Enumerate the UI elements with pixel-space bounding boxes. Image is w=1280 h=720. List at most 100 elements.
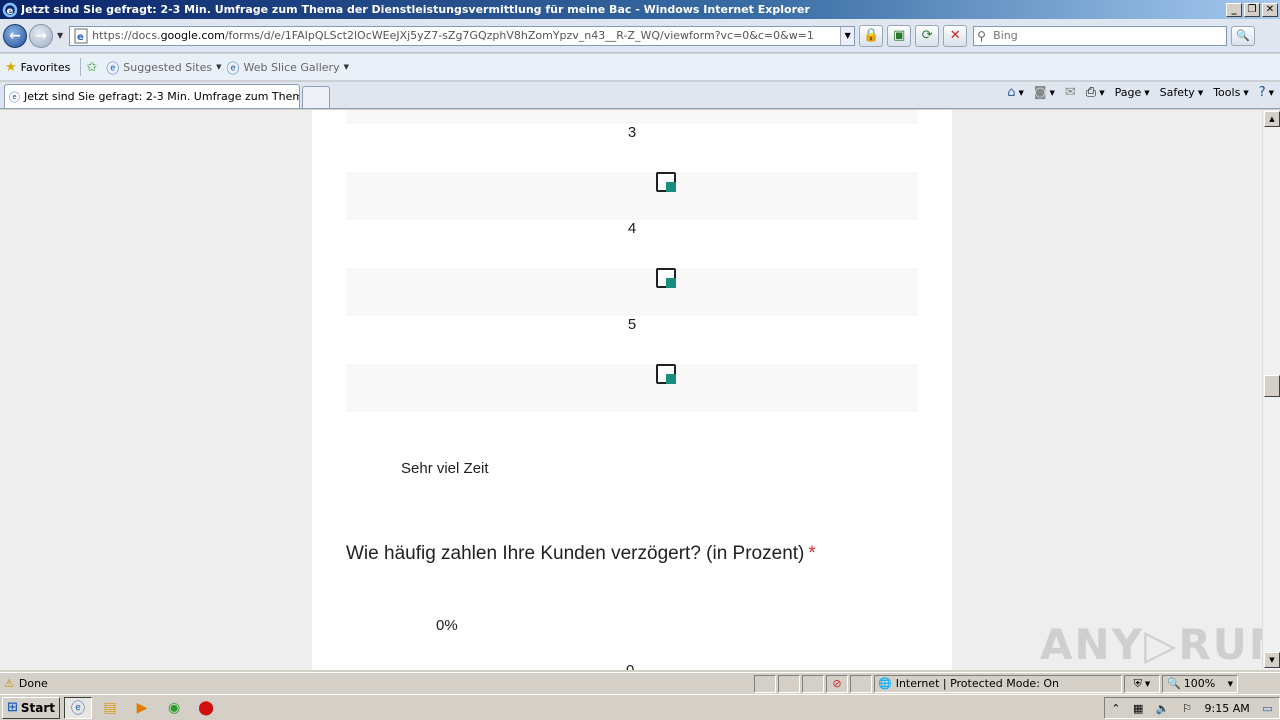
add-favorite-star-icon: ✩ xyxy=(86,59,98,75)
protected-mode-button[interactable]: ⛨ ▼ xyxy=(1124,674,1160,693)
scale-label: 3 xyxy=(627,124,637,141)
help-button[interactable]: ? ▼ xyxy=(1259,85,1274,100)
chevron-down-icon: ▼ xyxy=(216,63,222,71)
tab-survey[interactable]: ⓔ Jetzt sind Sie gefragt: 2-3 Min. Umfra… xyxy=(4,84,300,108)
safety-menu[interactable]: Safety ▼ xyxy=(1160,86,1204,99)
navigation-bar: ← → ▼ e https://docs.google.com/forms/d/… xyxy=(0,19,1280,53)
lock-icon: 🔒 xyxy=(863,28,880,43)
security-lock-button[interactable]: 🔒 xyxy=(859,24,884,47)
zoom-button[interactable]: 🔍 100% ▼ xyxy=(1162,674,1238,693)
zoom-icon: 🔍 xyxy=(1167,677,1181,690)
status-cell xyxy=(778,674,800,693)
scale-label: 0 xyxy=(626,662,634,670)
help-icon: ? xyxy=(1258,85,1266,100)
feeds-button[interactable]: ◙ ▼ xyxy=(1034,85,1055,100)
security-zone[interactable]: 🌐 Internet | Protected Mode: On xyxy=(874,674,1122,693)
page-menu[interactable]: Page ▼ xyxy=(1115,86,1150,99)
scale-end-label: Sehr viel Zeit xyxy=(401,460,489,477)
triangle-down-icon: ▼ xyxy=(1269,656,1275,664)
scroll-thumb[interactable] xyxy=(1264,375,1280,397)
tray-expand-icon[interactable]: ⌃ xyxy=(1111,702,1120,715)
volume-icon[interactable]: 🔈 xyxy=(1156,702,1170,715)
clock[interactable]: 9:15 AM xyxy=(1205,702,1250,715)
start-button[interactable]: ⊞ Start xyxy=(2,696,61,719)
close-button[interactable]: ✕ xyxy=(1262,2,1278,17)
scroll-down-button[interactable]: ▼ xyxy=(1264,652,1280,668)
ie-page-icon: ⓔ xyxy=(9,90,20,104)
suggested-sites-link[interactable]: ⓔ Suggested Sites ▼ xyxy=(106,58,221,77)
svg-text:e: e xyxy=(77,32,84,43)
chrome-icon: ◉ xyxy=(167,699,181,716)
window-title: Jetzt sind Sie gefragt: 2-3 Min. Umfrage… xyxy=(21,3,810,16)
network-icon[interactable]: ▦ xyxy=(1133,702,1143,715)
taskbar-ie-button[interactable]: ⓔ xyxy=(64,696,93,719)
scroll-up-button[interactable]: ▲ xyxy=(1264,111,1280,127)
refresh-button[interactable]: ⟳ xyxy=(915,24,940,47)
web-slice-gallery-link[interactable]: ⓔ Web Slice Gallery ▼ xyxy=(227,58,349,77)
new-tab-button[interactable] xyxy=(302,86,330,108)
show-desktop-icon[interactable]: ▭ xyxy=(1262,702,1272,715)
search-box[interactable]: ⚲ xyxy=(973,25,1228,46)
warning-icon: ⚠ xyxy=(4,677,14,690)
page-ie-icon: e xyxy=(74,28,88,43)
status-cell xyxy=(802,674,824,693)
form-question-card: 3 4 5 Sehr viel Zeit Wie häufig zahlen I… xyxy=(312,110,952,670)
address-bar[interactable]: e https://docs.google.com/forms/d/e/1FAI… xyxy=(69,25,856,46)
svg-text:e: e xyxy=(7,6,14,17)
printer-icon: ⎙ xyxy=(1085,85,1097,100)
favorites-bar: ★ Favorites ✩ ⓔ Suggested Sites ▼ ⓔ Web … xyxy=(0,54,1280,81)
media-player-icon: ▶ xyxy=(136,699,148,716)
windows-logo-icon: ⊞ xyxy=(7,700,18,715)
compatibility-button[interactable]: ▣ xyxy=(887,24,912,47)
add-favorite-button[interactable]: ✩ xyxy=(86,60,101,75)
taskbar-media-button[interactable]: ▶ xyxy=(128,697,156,719)
flag-icon[interactable]: ⚐ xyxy=(1182,702,1192,715)
scale-checkbox[interactable] xyxy=(656,268,676,288)
compatibility-icon: ▣ xyxy=(893,28,906,43)
taskbar-opera-button[interactable]: ⬤ xyxy=(192,697,220,719)
title-bar: e Jetzt sind Sie gefragt: 2-3 Min. Umfra… xyxy=(0,0,1280,19)
taskbar-explorer-button[interactable]: ▤ xyxy=(96,697,124,719)
mail-button[interactable]: ✉ xyxy=(1065,85,1076,100)
command-bar: ⌂ ▼ ◙ ▼ ✉ ⎙ ▼ Page ▼ Safety ▼ Tools ▼ ? ▼ xyxy=(1007,85,1274,100)
status-bar: ⚠ Done ⊘ 🌐 Internet | Protected Mode: On… xyxy=(0,672,1280,694)
stop-button[interactable]: ✕ xyxy=(943,24,968,47)
scale-checkbox[interactable] xyxy=(656,364,676,384)
address-dropdown-icon[interactable]: ▼ xyxy=(840,26,855,45)
favorites-button[interactable]: ★ Favorites xyxy=(5,60,70,75)
scale-label: 5 xyxy=(627,316,637,333)
mail-icon: ✉ xyxy=(1064,85,1076,100)
search-go-button[interactable]: 🔍 xyxy=(1231,25,1256,46)
anyrun-watermark: ANY▷RUN xyxy=(1040,620,1262,669)
status-cell xyxy=(754,674,776,693)
back-button[interactable]: ← xyxy=(3,23,27,48)
arrow-left-icon: ← xyxy=(9,27,21,44)
rss-icon: ◙ xyxy=(1033,85,1047,100)
scale-row-4[interactable] xyxy=(346,268,918,316)
globe-icon: 🌐 xyxy=(878,677,892,690)
print-button[interactable]: ⎙ ▼ xyxy=(1086,85,1105,100)
forward-button[interactable]: → xyxy=(29,23,53,48)
system-tray: ⌃ ▦ 🔈 ⚐ 9:15 AM ▭ xyxy=(1104,697,1280,719)
vertical-scrollbar[interactable]: ▲ ▼ xyxy=(1262,110,1280,670)
ie-icon: e xyxy=(2,2,18,17)
scale-checkbox[interactable] xyxy=(656,172,676,192)
magnifier-icon: 🔍 xyxy=(1236,29,1250,42)
search-icon: ⚲ xyxy=(977,28,986,43)
scale-row-5[interactable] xyxy=(346,364,918,412)
minimize-button[interactable]: _ xyxy=(1226,2,1242,17)
search-input[interactable] xyxy=(993,29,1227,42)
address-url[interactable]: https://docs.google.com/forms/d/e/1FAIpQ… xyxy=(92,29,840,42)
status-text: ⚠ Done xyxy=(4,677,48,690)
history-dropdown-icon[interactable]: ▼ xyxy=(57,31,63,40)
home-button[interactable]: ⌂ ▼ xyxy=(1007,85,1024,100)
home-icon: ⌂ xyxy=(1007,85,1016,100)
tools-menu[interactable]: Tools ▼ xyxy=(1213,86,1249,99)
scale-start-label: 0% xyxy=(436,617,458,634)
scale-row-3[interactable] xyxy=(346,172,918,220)
taskbar-chrome-button[interactable]: ◉ xyxy=(160,697,188,719)
popup-blocker-cell[interactable]: ⊘ xyxy=(826,674,848,693)
refresh-icon: ⟳ xyxy=(921,28,933,43)
restore-button[interactable]: ❐ xyxy=(1244,2,1260,17)
stop-icon: ✕ xyxy=(949,28,961,43)
